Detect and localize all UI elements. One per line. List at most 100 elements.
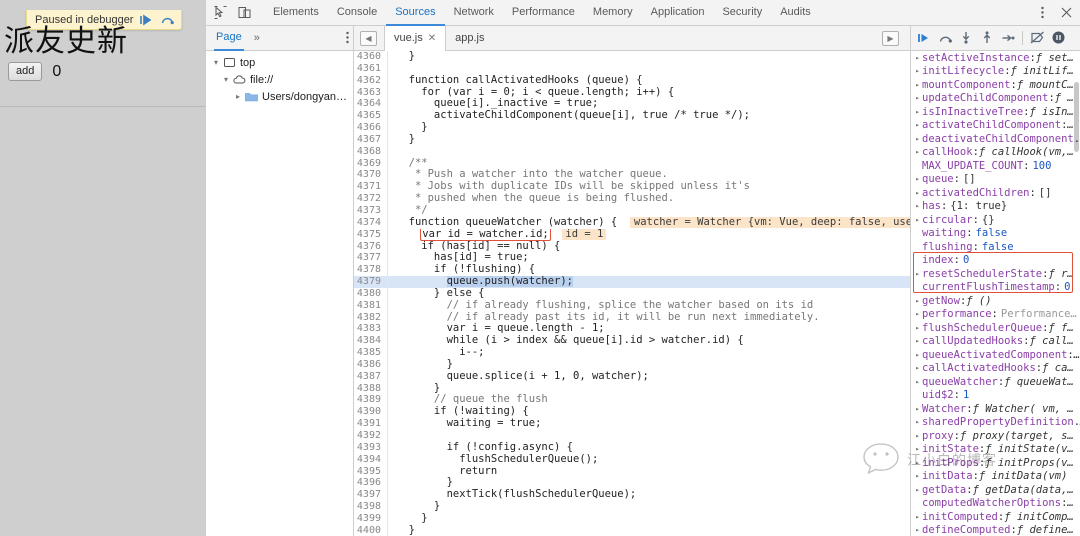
line-number[interactable]: 4365: [354, 110, 388, 123]
scope-entry[interactable]: ▸ defineComputed: ƒ define…: [911, 524, 1080, 536]
scope-entry[interactable]: ▸ activatedChildren: []: [911, 187, 1080, 201]
chevron-right-icon[interactable]: ▸: [913, 322, 922, 336]
line-number[interactable]: 4380: [354, 287, 388, 300]
scope-entry[interactable]: ▸ initProps: ƒ initProps(v…: [911, 457, 1080, 471]
expand-panel-icon[interactable]: ▶: [882, 30, 899, 46]
chevron-right-icon[interactable]: ▸: [913, 416, 922, 430]
resume-icon[interactable]: [138, 13, 154, 27]
inspect-element-icon[interactable]: [208, 1, 232, 25]
tab-network[interactable]: Network: [445, 0, 503, 26]
navigator-more-icon[interactable]: [346, 31, 349, 45]
scope-entry[interactable]: uid$2: 1: [911, 389, 1080, 403]
chevron-right-icon[interactable]: ▸: [913, 106, 922, 120]
line-number[interactable]: 4373: [354, 204, 388, 217]
scope-entry[interactable]: ▸ getData: ƒ getData(data,…: [911, 484, 1080, 498]
line-number[interactable]: 4393: [354, 441, 388, 454]
step-into-icon[interactable]: [956, 28, 976, 48]
line-number[interactable]: 4370: [354, 169, 388, 182]
editor-tab-app-js[interactable]: app.js: [446, 26, 494, 51]
line-number[interactable]: 4362: [354, 74, 388, 87]
code-editor[interactable]: 4360 } 4361 4362 function callActivatedHoo…: [354, 51, 910, 536]
chevron-right-icon[interactable]: ▸: [913, 65, 922, 79]
scope-entry[interactable]: flushing: false: [911, 241, 1080, 255]
tab-memory[interactable]: Memory: [584, 0, 642, 26]
line-number[interactable]: 4397: [354, 489, 388, 502]
chevron-right-icon[interactable]: ▸: [913, 443, 922, 457]
chevron-right-icon[interactable]: ▸: [913, 484, 922, 498]
tree-item-file-scheme[interactable]: ▾ file://: [206, 71, 353, 88]
chevron-right-icon[interactable]: ▸: [913, 119, 922, 133]
scope-entry[interactable]: ▸ setActiveInstance: ƒ set…: [911, 52, 1080, 66]
scope-entry[interactable]: ▸ has: {1: true}: [911, 200, 1080, 214]
scope-entry[interactable]: waiting: false: [911, 227, 1080, 241]
scope-entry[interactable]: ▸sharedPropertyDefinition.…: [911, 416, 1080, 430]
scope-entry[interactable]: ▸ isInInactiveTree: ƒ isIn…: [911, 106, 1080, 120]
tab-performance[interactable]: Performance: [503, 0, 584, 26]
close-icon[interactable]: [1054, 1, 1078, 25]
scope-entry[interactable]: ▸ performance: Performance…: [911, 308, 1080, 322]
tab-security[interactable]: Security: [713, 0, 771, 26]
line-number[interactable]: 4399: [354, 512, 388, 525]
line-number[interactable]: 4364: [354, 98, 388, 111]
add-button[interactable]: add: [8, 62, 43, 81]
chevron-right-icon[interactable]: ▸: [913, 403, 922, 417]
tab-console[interactable]: Console: [328, 0, 386, 26]
scope-entry[interactable]: ▸ getNow: ƒ (): [911, 295, 1080, 309]
line-number[interactable]: 4375: [354, 228, 388, 241]
device-toolbar-icon[interactable]: [232, 1, 256, 25]
chevron-right-icon[interactable]: ▸: [913, 187, 922, 201]
tree-item-folder[interactable]: ▸ Users/dongyang/D: [206, 88, 353, 105]
chevron-right-icon[interactable]: ▸: [913, 52, 922, 66]
line-number[interactable]: 4387: [354, 370, 388, 383]
scope-entry[interactable]: ▸ circular: {}: [911, 214, 1080, 228]
chevron-right-icon[interactable]: ▸: [913, 308, 922, 322]
chevron-right-icon[interactable]: ▸: [913, 295, 922, 309]
line-number[interactable]: 4384: [354, 335, 388, 348]
line-number[interactable]: 4383: [354, 323, 388, 336]
tab-application[interactable]: Application: [642, 0, 714, 26]
editor-tab-vue-js[interactable]: vue.js ✕: [384, 25, 447, 51]
line-number[interactable]: 4379: [354, 276, 388, 288]
line-number[interactable]: 4372: [354, 193, 388, 205]
scope-entry[interactable]: ▸ callHook: ƒ callHook(vm,…: [911, 146, 1080, 160]
line-number[interactable]: 4361: [354, 62, 388, 75]
tab-elements[interactable]: Elements: [264, 0, 328, 26]
navigator-overflow-icon[interactable]: »: [254, 32, 260, 44]
step-icon[interactable]: [998, 28, 1018, 48]
chevron-right-icon[interactable]: ▸: [913, 146, 922, 160]
chevron-right-icon[interactable]: ▸: [913, 524, 922, 536]
line-number[interactable]: 4396: [354, 477, 388, 490]
scope-entry[interactable]: ▸ deactivateChildComponent.: [911, 133, 1080, 147]
chevron-right-icon[interactable]: ▸: [913, 430, 922, 444]
line-number[interactable]: 4385: [354, 347, 388, 359]
scope-entry[interactable]: ▸ initLifecycle: ƒ initLif…: [911, 65, 1080, 79]
line-number[interactable]: 4392: [354, 430, 388, 442]
step-over-icon[interactable]: [159, 13, 175, 27]
chevron-right-icon[interactable]: ▸: [913, 470, 922, 484]
line-number[interactable]: 4378: [354, 264, 388, 277]
line-number[interactable]: 4398: [354, 501, 388, 513]
scope-entry[interactable]: ▸ callUpdatedHooks: ƒ call…: [911, 335, 1080, 349]
chevron-down-icon[interactable]: ▾: [220, 75, 232, 84]
chevron-right-icon[interactable]: ▸: [913, 335, 922, 349]
chevron-down-icon[interactable]: ▾: [210, 58, 222, 67]
scrollbar-track[interactable]: [1073, 52, 1080, 536]
line-number[interactable]: 4366: [354, 122, 388, 134]
scope-entry[interactable]: ▸ queue: []: [911, 173, 1080, 187]
step-over-icon[interactable]: [935, 28, 955, 48]
chevron-right-icon[interactable]: ▸: [913, 200, 922, 214]
scope-entry[interactable]: index: 0: [911, 254, 1080, 268]
scope-entry[interactable]: MAX_UPDATE_COUNT: 100: [911, 160, 1080, 174]
scope-entry[interactable]: ▸ queueActivatedComponent:…: [911, 349, 1080, 363]
chevron-right-icon[interactable]: ▸: [913, 133, 922, 147]
line-number[interactable]: 4389: [354, 394, 388, 407]
chevron-right-icon[interactable]: ▸: [913, 79, 922, 93]
line-number[interactable]: 4377: [354, 252, 388, 265]
tab-audits[interactable]: Audits: [771, 0, 820, 26]
chevron-right-icon[interactable]: ▸: [913, 457, 922, 471]
scope-entry[interactable]: ▸ activateChildComponent: …: [911, 119, 1080, 133]
chevron-right-icon[interactable]: ▸: [913, 349, 922, 363]
tab-sources[interactable]: Sources: [386, 0, 445, 26]
line-number[interactable]: 4395: [354, 465, 388, 478]
line-number[interactable]: 4381: [354, 299, 388, 312]
